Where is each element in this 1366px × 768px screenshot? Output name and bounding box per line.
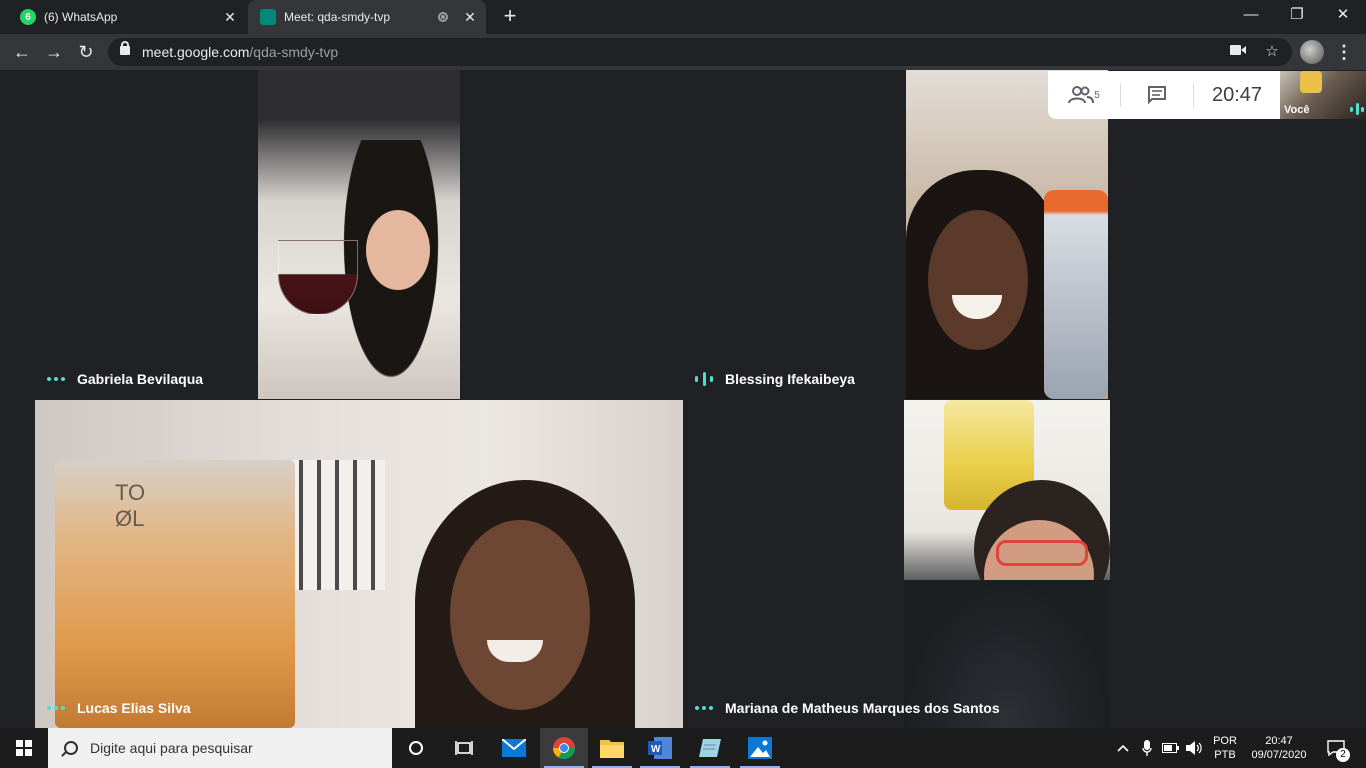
minimize-button[interactable]: — xyxy=(1228,0,1274,30)
meet-stage: Gabriela Bevilaqua Blessing Ifekaibeya T… xyxy=(0,70,1366,728)
address-bar[interactable]: meet.google.com/qda-smdy-tvp ☆ xyxy=(108,38,1292,66)
windows-logo-icon xyxy=(16,740,32,756)
participant-video xyxy=(258,70,460,399)
profile-avatar[interactable] xyxy=(1300,40,1324,64)
participant-name: Mariana de Matheus Marques dos Santos xyxy=(725,700,1000,716)
tab-title: (6) WhatsApp xyxy=(44,10,118,24)
notification-center-button[interactable]: 2 xyxy=(1318,728,1354,768)
file-explorer-icon[interactable] xyxy=(588,728,636,768)
chat-icon xyxy=(1148,86,1166,105)
whatsapp-icon: 6 xyxy=(20,9,36,25)
close-window-button[interactable]: ✕ xyxy=(1320,0,1366,30)
camera-icon[interactable] xyxy=(1228,42,1248,62)
task-view-icon[interactable] xyxy=(440,728,488,768)
participants-button[interactable]: 5 xyxy=(1048,85,1120,105)
new-tab-button[interactable]: + xyxy=(498,5,522,29)
people-icon xyxy=(1068,86,1095,104)
tab-strip: 6 (6) WhatsApp ✕ Meet: qda-smdy-tvp ✕ + … xyxy=(0,0,1366,34)
cortana-icon[interactable] xyxy=(392,728,440,768)
participant-tile[interactable]: Mariana de Matheus Marques dos Santos xyxy=(683,400,1332,728)
more-options-icon[interactable] xyxy=(695,706,713,710)
system-clock[interactable]: 20:47 09/07/2020 xyxy=(1244,728,1314,768)
chrome-menu-icon[interactable]: ⋮ xyxy=(1334,38,1354,66)
participant-tile[interactable]: TO ØL Lucas Elias Silva xyxy=(35,400,683,728)
photos-icon[interactable] xyxy=(736,728,784,768)
bookmark-star-icon[interactable]: ☆ xyxy=(1262,42,1282,62)
tab-whatsapp[interactable]: 6 (6) WhatsApp ✕ xyxy=(8,0,246,34)
browser-toolbar: ← → ↻ meet.google.com/qda-smdy-tvp ☆ ⋮ xyxy=(0,34,1366,70)
reload-button[interactable]: ↻ xyxy=(72,38,100,66)
participant-name: Gabriela Bevilaqua xyxy=(77,371,204,387)
meeting-clock: 20:47 xyxy=(1211,83,1263,106)
participant-name: Lucas Elias Silva xyxy=(77,700,191,716)
participant-name: Blessing Ifekaibeya xyxy=(725,371,855,387)
meet-icon xyxy=(260,9,276,25)
participant-video: TO ØL xyxy=(35,400,683,728)
clock-date: 09/07/2020 xyxy=(1251,749,1307,761)
close-tab-icon[interactable]: ✕ xyxy=(460,9,480,26)
back-button[interactable]: ← xyxy=(8,38,36,66)
microphone-icon[interactable] xyxy=(1136,728,1158,768)
participant-nameplate: Blessing Ifekaibeya xyxy=(695,371,855,387)
lock-icon xyxy=(120,41,130,55)
svg-text:W: W xyxy=(651,744,661,755)
url-text: meet.google.com/qda-smdy-tvp xyxy=(142,44,339,60)
participant-nameplate: Mariana de Matheus Marques dos Santos xyxy=(695,700,1000,716)
more-options-icon[interactable] xyxy=(47,377,65,381)
close-tab-icon[interactable]: ✕ xyxy=(220,9,240,26)
windows-taskbar: Digite aqui para pesquisar W POR PTB 20:… xyxy=(0,728,1366,768)
forward-button[interactable]: → xyxy=(40,38,68,66)
participant-video xyxy=(906,70,1108,399)
start-button[interactable] xyxy=(0,728,48,768)
participant-nameplate: Lucas Elias Silva xyxy=(47,700,191,716)
notification-count-badge: 2 xyxy=(1336,748,1350,762)
chrome-icon[interactable] xyxy=(540,728,588,768)
language-code: POR xyxy=(1213,735,1237,747)
search-placeholder: Digite aqui para pesquisar xyxy=(90,740,253,756)
mail-icon[interactable] xyxy=(490,728,538,768)
keyboard-layout: PTB xyxy=(1214,749,1236,761)
taskbar-search-input[interactable]: Digite aqui para pesquisar xyxy=(48,728,392,768)
word-icon[interactable]: W xyxy=(636,728,684,768)
participant-tile[interactable]: Blessing Ifekaibeya xyxy=(683,70,1332,399)
participant-video xyxy=(904,400,1110,728)
tab-meet[interactable]: Meet: qda-smdy-tvp ✕ xyxy=(248,0,486,34)
chat-button[interactable] xyxy=(1121,85,1193,105)
search-icon xyxy=(64,741,78,755)
speaking-indicator-icon xyxy=(695,372,713,386)
show-hidden-icons-chevron-icon[interactable] xyxy=(1112,728,1134,768)
recording-indicator-icon xyxy=(438,12,448,22)
restore-button[interactable]: ❐ xyxy=(1274,0,1320,30)
participant-nameplate: Gabriela Bevilaqua xyxy=(47,371,203,387)
self-view-label: Você xyxy=(1284,104,1310,116)
notes-icon[interactable] xyxy=(686,728,734,768)
tab-title: Meet: qda-smdy-tvp xyxy=(284,10,391,24)
speaking-indicator-icon xyxy=(1350,103,1364,115)
participants-count: 5 xyxy=(1094,89,1100,101)
battery-icon[interactable] xyxy=(1160,728,1182,768)
participant-tile[interactable]: Gabriela Bevilaqua xyxy=(35,70,683,399)
meeting-info-panel: 5 20:47 xyxy=(1048,71,1280,119)
input-language-indicator[interactable]: POR PTB xyxy=(1208,728,1242,768)
volume-icon[interactable] xyxy=(1184,728,1206,768)
clock-time: 20:47 xyxy=(1265,735,1293,747)
more-options-icon[interactable] xyxy=(47,706,65,710)
self-view-thumbnail[interactable]: Você xyxy=(1280,71,1366,119)
